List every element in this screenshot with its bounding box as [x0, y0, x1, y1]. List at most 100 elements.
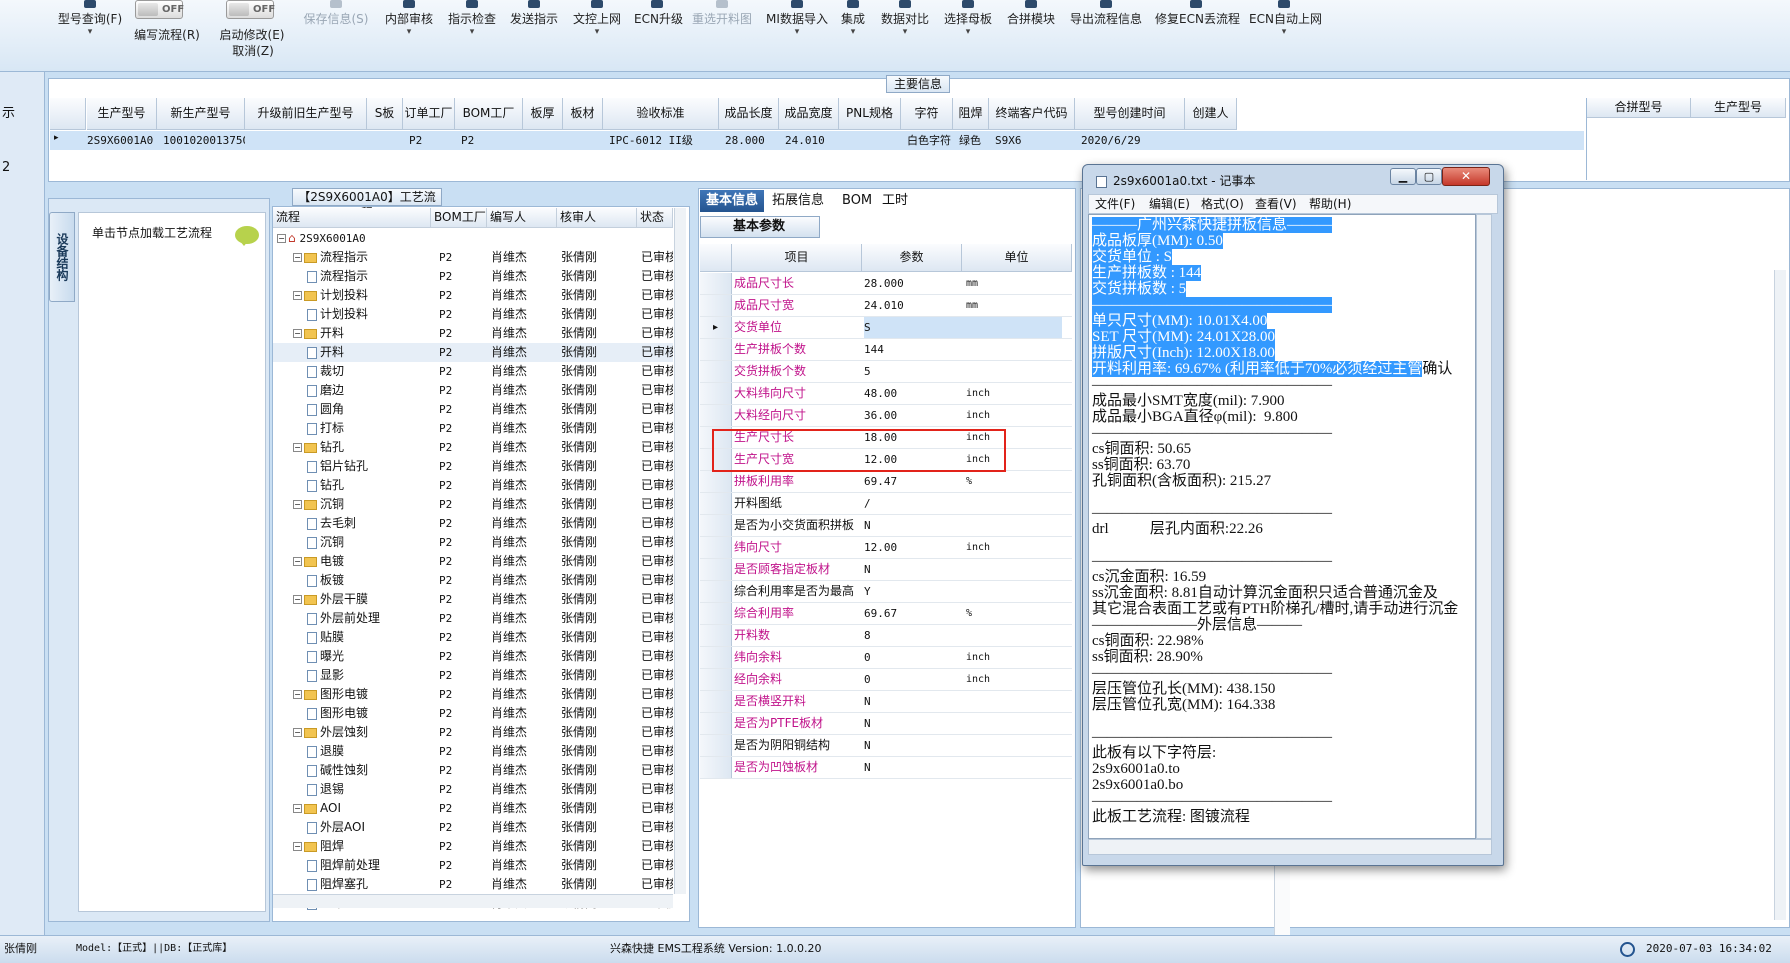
tree-row[interactable]: − 钻孔 P2 肖维杰 张倩刚 已审核 [273, 438, 673, 457]
column-header[interactable]: BOM工厂 [455, 98, 523, 130]
param-row[interactable]: 成品尺寸宽 24.010 mm [700, 295, 1072, 317]
param-value[interactable]: 0 [864, 647, 962, 668]
param-column-header[interactable]: 参数 [862, 244, 962, 272]
toolbar-button[interactable]: 选择母板 ▾ [942, 0, 994, 37]
column-header[interactable]: 字符 [901, 98, 953, 130]
param-row[interactable]: 纬向尺寸 12.00 inch [700, 537, 1072, 559]
tree-row[interactable]: 图形电镀 P2 肖维杰 张倩刚 已审核 [273, 704, 673, 723]
param-row[interactable]: 开料图纸 / [700, 493, 1072, 515]
tree-row[interactable]: 板镀 P2 肖维杰 张倩刚 已审核 [273, 571, 673, 590]
param-value[interactable]: 28.000 [864, 273, 962, 294]
param-row[interactable]: 经向余料 0 inch [700, 669, 1072, 691]
toolbar-button[interactable]: 型号查询(F) ▾ [55, 0, 125, 37]
cancel-button[interactable]: 取消(Z) [226, 42, 280, 66]
tree-column-header[interactable]: 流程 [273, 208, 431, 228]
tree-column-header[interactable]: BOM工厂 [431, 208, 487, 228]
toolbar-button[interactable]: 发送指示 [508, 0, 560, 34]
param-value[interactable]: 69.47 [864, 471, 962, 492]
tree-row[interactable]: − 计划投料 P2 肖维杰 张倩刚 已审核 [273, 286, 673, 305]
toolbar-button[interactable]: MI数据导入 ▾ [766, 0, 828, 37]
column-header[interactable]: 成品宽度 [779, 98, 839, 130]
param-row[interactable]: 纬向余料 0 inch [700, 647, 1072, 669]
close-button[interactable]: ✕ [1442, 167, 1490, 186]
minimize-button[interactable]: ▁ [1390, 168, 1416, 185]
toolbar-button[interactable]: ECN升级 [634, 0, 683, 34]
param-value[interactable]: 36.00 [864, 405, 962, 426]
param-value[interactable]: Y [864, 581, 962, 602]
tree-row[interactable]: 流程指示 P2 肖维杰 张倩刚 已审核 [273, 267, 673, 286]
collapse-icon[interactable]: − [293, 595, 302, 604]
collapse-icon[interactable]: − [293, 842, 302, 851]
param-value[interactable]: 5 [864, 361, 962, 382]
collapse-icon[interactable]: − [293, 443, 302, 452]
param-row[interactable]: 成品尺寸长 28.000 mm [700, 273, 1072, 295]
maximize-button[interactable]: ▢ [1416, 168, 1442, 185]
toolbar-button[interactable]: 文控上网 ▾ [571, 0, 623, 37]
param-value[interactable]: N [864, 735, 962, 756]
column-header[interactable]: 订单工厂 [403, 98, 455, 130]
menu-view[interactable]: 查看(V) [1255, 195, 1297, 214]
right-vscroll[interactable] [1774, 270, 1786, 920]
param-value[interactable]: 24.010 [864, 295, 962, 316]
tree-row[interactable]: − 流程指示 P2 肖维杰 张倩刚 已审核 [273, 248, 673, 267]
param-row[interactable]: ▸ 交货单位 S [700, 317, 1072, 339]
collapse-icon[interactable]: − [293, 690, 302, 699]
notepad-hscroll[interactable] [1088, 839, 1492, 855]
toggle-switch[interactable]: OFF [226, 0, 275, 19]
tab-hours[interactable]: 工时 [876, 190, 914, 212]
toolbar-button[interactable]: 保存信息(S) [300, 0, 372, 34]
param-row[interactable]: 大料纬向尺寸 48.00 inch [700, 383, 1072, 405]
param-value[interactable]: N [864, 713, 962, 734]
column-header[interactable]: 终端客户代码 [989, 98, 1075, 130]
param-row[interactable]: 开料数 8 [700, 625, 1072, 647]
collapse-icon[interactable]: − [293, 329, 302, 338]
toolbar-button[interactable]: 内部审核 ▾ [383, 0, 435, 37]
tree-row[interactable]: 外层AOI P2 肖维杰 张倩刚 已审核 [273, 818, 673, 837]
toolbar-button[interactable]: 集成 ▾ [838, 0, 868, 37]
tree-row[interactable]: 阻焊塞孔 P2 肖维杰 张倩刚 已审核 [273, 875, 673, 894]
param-row[interactable]: 是否为凹蚀板材 N [700, 757, 1072, 779]
left-nav-item[interactable]: 2 [0, 158, 45, 178]
tree-row[interactable]: 阻焊前处理 P2 肖维杰 张倩刚 已审核 [273, 856, 673, 875]
device-structure-tab[interactable]: 设备结构 [49, 212, 75, 302]
param-value[interactable]: 12.00 [864, 537, 962, 558]
param-value[interactable]: N [864, 757, 962, 778]
tree-row[interactable]: 碱性蚀刻 P2 肖维杰 张倩刚 已审核 [273, 761, 673, 780]
tree-row[interactable]: 打标 P2 肖维杰 张倩刚 已审核 [273, 419, 673, 438]
column-header[interactable]: 板厚 [523, 98, 563, 130]
tree-row[interactable]: 去毛刺 P2 肖维杰 张倩刚 已审核 [273, 514, 673, 533]
tab-bom[interactable]: BOM [836, 190, 878, 212]
param-column-header[interactable]: 单位 [962, 244, 1072, 272]
param-value[interactable]: 8 [864, 625, 962, 646]
column-header[interactable]: 成品长度 [719, 98, 779, 130]
notepad-text-area[interactable]: ———广州兴森快捷拼板信息——— 成品板厚(MM): 0.50 交货单位 : S 生产… [1088, 214, 1476, 839]
left-nav-item[interactable]: 示 [0, 104, 45, 124]
tree-hscroll[interactable] [273, 894, 673, 908]
tree-row[interactable]: 裁切 P2 肖维杰 张倩刚 已审核 [273, 362, 673, 381]
param-value[interactable]: / [864, 493, 962, 514]
collapse-icon[interactable]: − [293, 500, 302, 509]
tree-column-header[interactable]: 核审人 [557, 208, 637, 228]
toolbar-button[interactable]: 修复ECN丢流程 [1155, 0, 1240, 34]
param-row[interactable]: 是否横竖开料 N [700, 691, 1072, 713]
param-row[interactable]: 综合利用率是否为最高 Y [700, 581, 1072, 603]
tree-row[interactable]: 钻孔 P2 肖维杰 张倩刚 已审核 [273, 476, 673, 495]
column-header[interactable]: 生产型号 [87, 98, 157, 130]
collapse-icon[interactable]: − [293, 804, 302, 813]
column-header[interactable]: 验收标准 [603, 98, 719, 130]
menu-help[interactable]: 帮助(H) [1309, 195, 1351, 214]
tab-extended-info[interactable]: 拓展信息 [766, 190, 830, 212]
tree-row[interactable]: 退锡 P2 肖维杰 张倩刚 已审核 [273, 780, 673, 799]
tree-row[interactable]: 铝片钻孔 P2 肖维杰 张倩刚 已审核 [273, 457, 673, 476]
param-value[interactable]: N [864, 559, 962, 580]
param-row[interactable]: 大料经向尺寸 36.00 inch [700, 405, 1072, 427]
param-value[interactable]: N [864, 691, 962, 712]
param-row[interactable]: 交货拼板个数 5 [700, 361, 1072, 383]
toggle-switch[interactable]: OFF [135, 0, 184, 19]
param-value[interactable]: 69.67 [864, 603, 962, 624]
param-row[interactable]: 是否为PTFE板材 N [700, 713, 1072, 735]
collapse-icon[interactable]: − [293, 557, 302, 566]
tree-root[interactable]: − ⌂ 2S9X6001A0 [273, 229, 673, 248]
column-header[interactable]: PNL规格 [839, 98, 901, 130]
toolbar-button[interactable]: 重选开料图 [690, 0, 754, 34]
